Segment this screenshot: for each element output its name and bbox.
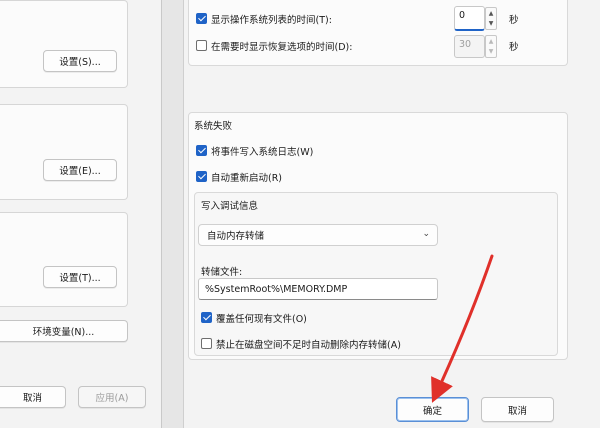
annotation-arrow-icon: [431, 254, 494, 403]
